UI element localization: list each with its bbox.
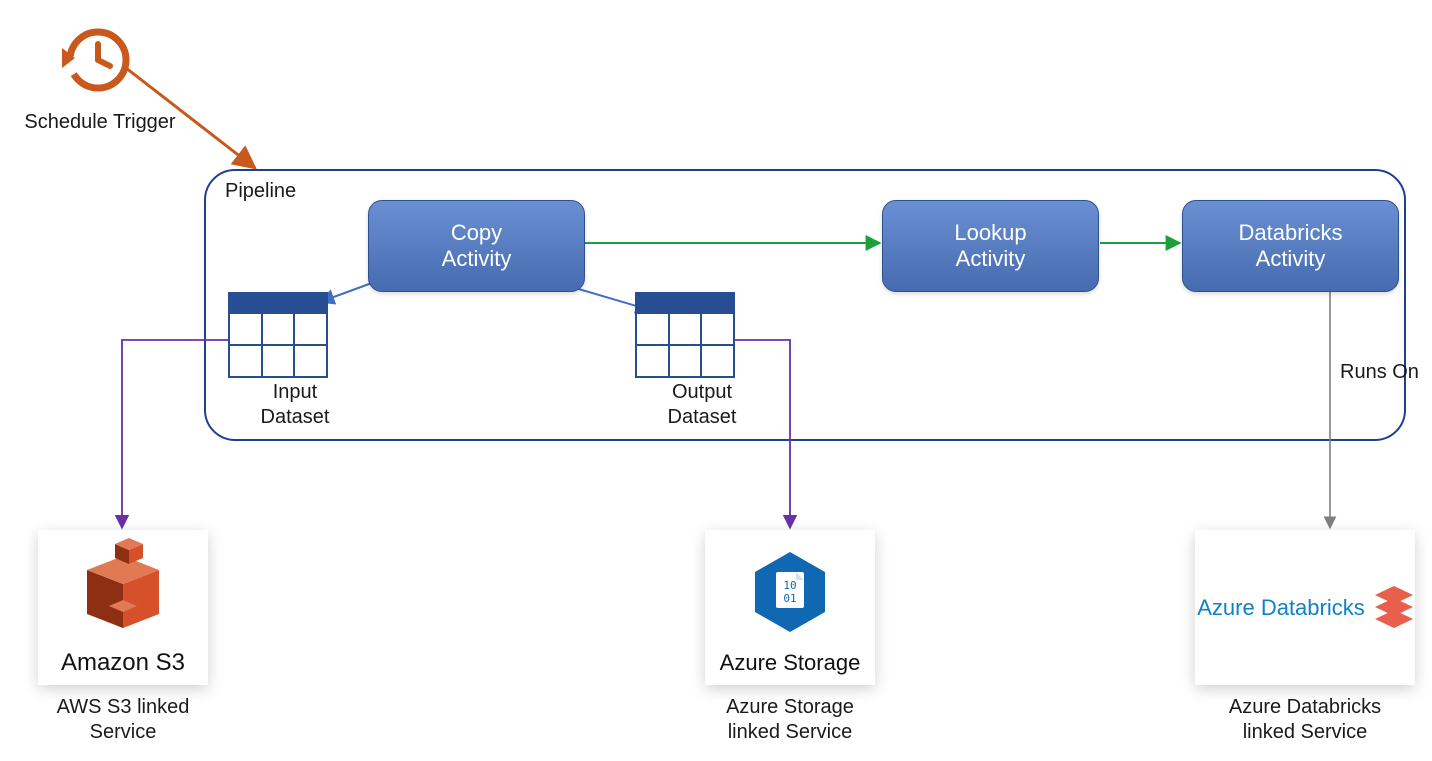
azure-databricks-card: Azure Databricks [1195,530,1415,685]
amazon-s3-card-title: Amazon S3 [61,649,185,676]
databricks-icon [1375,586,1413,630]
azure-storage-card-title: Azure Storage [720,650,861,675]
azure-databricks-card-title: Azure Databricks [1197,595,1365,621]
svg-text:10: 10 [783,579,796,592]
azure-storage-card: 10 01 Azure Storage [705,530,875,685]
activity-databricks: Databricks Activity [1182,200,1399,292]
schedule-trigger-icon [62,32,126,88]
amazon-s3-icon: Amazon S3 [38,530,208,685]
output-dataset-icon [635,292,735,378]
input-dataset-label: Input Dataset [245,380,345,430]
pipeline-title: Pipeline [225,180,296,203]
azure-storage-service-label: Azure Storage linked Service [705,695,875,745]
edge-input-to-s3 [122,340,230,528]
azure-databricks-service-label: Azure Databricks linked Service [1195,695,1415,745]
activity-lookup: Lookup Activity [882,200,1099,292]
edge-output-to-storage [735,340,790,528]
runs-on-label: Runs On [1340,360,1430,385]
diagram-canvas: Schedule Trigger Pipeline Copy Activity … [0,0,1432,761]
activity-copy: Copy Activity [368,200,585,292]
input-dataset-icon [228,292,328,378]
output-dataset-label: Output Dataset [652,380,752,430]
aws-s3-card: Amazon S3 [38,530,208,685]
schedule-trigger-label: Schedule Trigger [20,110,180,135]
azure-storage-icon: 10 01 Azure Storage [705,530,875,685]
aws-s3-service-label: AWS S3 linked Service [38,695,208,745]
svg-text:01: 01 [783,592,796,605]
